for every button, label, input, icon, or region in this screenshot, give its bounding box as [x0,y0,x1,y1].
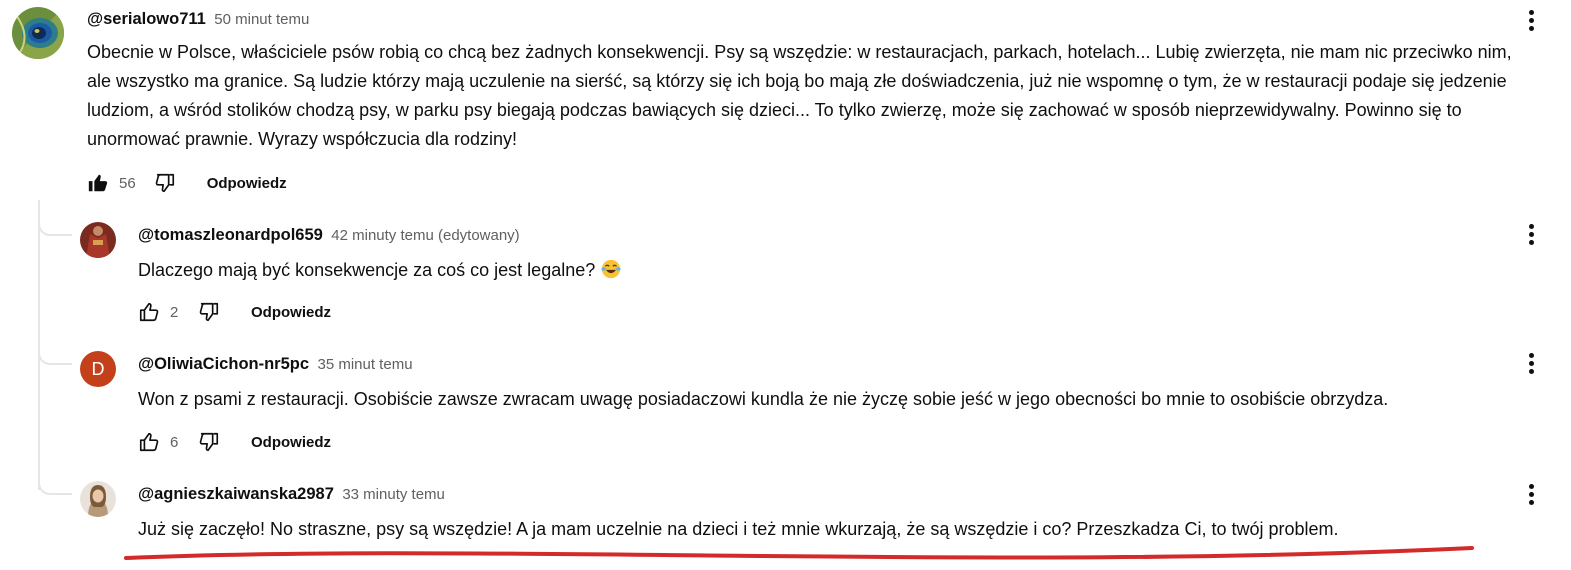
comment-text: Dlaczego mają być konsekwencje za coś co… [138,256,1518,285]
timestamp[interactable]: 33 minuty temu [342,486,445,503]
avatar[interactable]: D [80,351,116,387]
avatar[interactable] [80,481,116,517]
peacock-feather-avatar-image [12,7,64,59]
author-handle[interactable]: @OliwiaCichon-nr5pc [138,355,309,373]
like-count: 2 [170,303,179,321]
thumbs-down-icon [199,432,219,452]
face-with-tears-of-joy-icon [601,259,621,279]
avatar[interactable] [12,7,64,59]
reply-button[interactable]: Odpowiedz [251,304,331,321]
comment-text-content: Dlaczego mają być konsekwencje za coś co… [138,260,596,280]
comment-text: Obecnie w Polsce, właściciele psów robią… [87,42,1512,149]
thread-line [38,200,40,490]
thumbs-up-icon [139,302,159,322]
more-actions-icon[interactable] [1521,219,1541,249]
dislike-button[interactable] [197,430,221,454]
reply-button[interactable]: Odpowiedz [207,175,287,192]
thread-branch [38,351,72,365]
comment-text: Won z psami z restauracji. Osobiście zaw… [138,389,1389,409]
thread-branch [38,481,72,495]
dislike-button[interactable] [197,300,221,324]
thumbs-down-icon [155,173,174,193]
more-actions-icon[interactable] [1521,5,1541,35]
comment-header: @tomaszleonardpol659 42 minuty temu (edy… [138,226,520,245]
comment-actions: 2 Odpowiedz [137,297,331,327]
like-count: 6 [170,433,179,451]
reply-button[interactable]: Odpowiedz [251,434,331,451]
like-count: 56 [119,174,136,192]
thumbs-up-filled-icon [88,174,108,192]
thumbs-up-icon [139,432,159,452]
timestamp[interactable]: 42 minuty temu (edytowany) [331,227,519,244]
comment-header: @OliwiaCichon-nr5pc 35 minut temu [138,355,413,374]
author-handle[interactable]: @serialowo711 [87,10,206,28]
thread-branch [38,222,72,236]
more-actions-icon[interactable] [1521,348,1541,378]
thumbs-down-icon [199,302,219,322]
avatar[interactable] [80,222,116,258]
timestamp[interactable]: 35 minut temu [317,356,412,373]
jersey-avatar-image [80,222,116,258]
author-handle[interactable]: @agnieszkaiwanska2987 [138,485,334,503]
dislike-button[interactable] [153,171,177,195]
portrait-avatar-image [80,481,116,517]
like-button[interactable] [86,171,110,195]
comment-header: @agnieszkaiwanska2987 33 minuty temu [138,485,445,504]
avatar-letter: D [91,358,105,379]
red-underline-annotation [124,546,1474,560]
timestamp[interactable]: 50 minut temu [214,11,309,28]
like-button[interactable] [137,430,161,454]
author-handle[interactable]: @tomaszleonardpol659 [138,226,323,244]
more-actions-icon[interactable] [1521,479,1541,509]
comment-actions: 6 Odpowiedz [137,427,331,457]
comment-header: @serialowo711 50 minut temu [87,10,309,29]
comment-actions: 56 Odpowiedz [86,168,287,198]
like-button[interactable] [137,300,161,324]
